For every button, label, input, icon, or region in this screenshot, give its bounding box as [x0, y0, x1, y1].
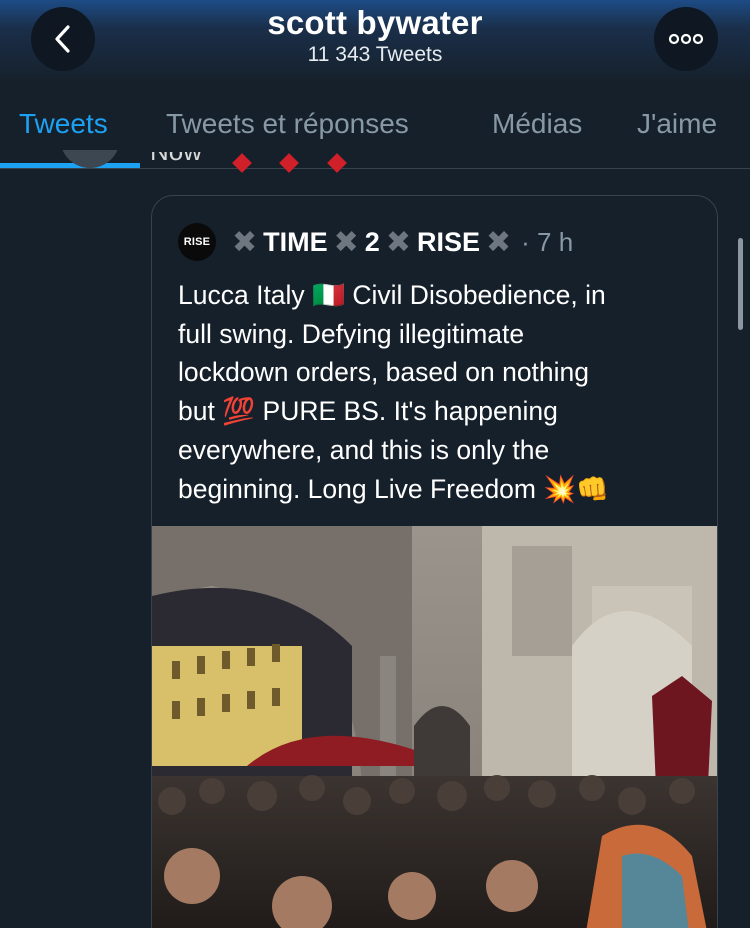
red-diamond-icon	[279, 153, 300, 173]
avatar	[60, 150, 120, 170]
red-diamond-icon	[232, 153, 253, 173]
tweet-text-line: beginning. Long Live Freedom 💥👊	[178, 473, 610, 504]
x-mark-icon: ✖	[385, 225, 411, 259]
tab-media[interactable]: Médias	[492, 108, 582, 140]
tweet-text-line: lockdown orders, based on nothing	[178, 357, 590, 388]
tweet-count: 11 343 Tweets	[307, 43, 443, 66]
video-thumbnail[interactable]	[152, 526, 717, 928]
tab-tweets[interactable]: Tweets	[19, 108, 108, 140]
avatar[interactable]: RISE	[178, 223, 216, 261]
tweet-text-partial: Now	[150, 152, 370, 176]
tweet-timestamp[interactable]: · 7 h	[521, 227, 573, 258]
tweet-text-line: but 💯 PURE BS. It's happening	[178, 396, 558, 427]
street-crowd-image	[152, 526, 717, 928]
quoted-author-name[interactable]: ✖ TIME ✖ 2 ✖ RISE ✖	[226, 225, 517, 260]
profile-header: scott bywater 11 343 Tweets	[0, 0, 750, 80]
x-mark-icon: ✖	[485, 225, 512, 259]
quoted-tweet-header: RISE ✖ TIME ✖ 2 ✖ RISE ✖ · 7 h	[178, 222, 573, 262]
more-button[interactable]	[654, 7, 718, 71]
x-mark-icon: ✖	[333, 225, 359, 259]
tweet-text-line: Lucca Italy 🇮🇹 Civil Disobedience, in	[178, 280, 606, 310]
quoted-tweet-card[interactable]: RISE ✖ TIME ✖ 2 ✖ RISE ✖ · 7 h Lucca Ita…	[151, 195, 718, 928]
tab-likes[interactable]: J'aime	[637, 108, 717, 140]
tweet-text-line: everywhere, and this is only the	[178, 434, 550, 465]
scrollbar[interactable]	[738, 238, 743, 330]
quoted-tweet-text: Lucca Italy 🇮🇹 Civil Disobedience, in fu…	[178, 276, 703, 508]
red-diamond-icon	[326, 153, 347, 173]
x-mark-icon: ✖	[232, 225, 258, 259]
tab-tweets-and-replies[interactable]: Tweets et réponses	[166, 108, 409, 140]
tweet-text-line: full swing. Defying illegitimate	[178, 318, 525, 349]
more-horizontal-icon	[668, 33, 704, 45]
profile-name: scott bywater	[267, 4, 483, 41]
